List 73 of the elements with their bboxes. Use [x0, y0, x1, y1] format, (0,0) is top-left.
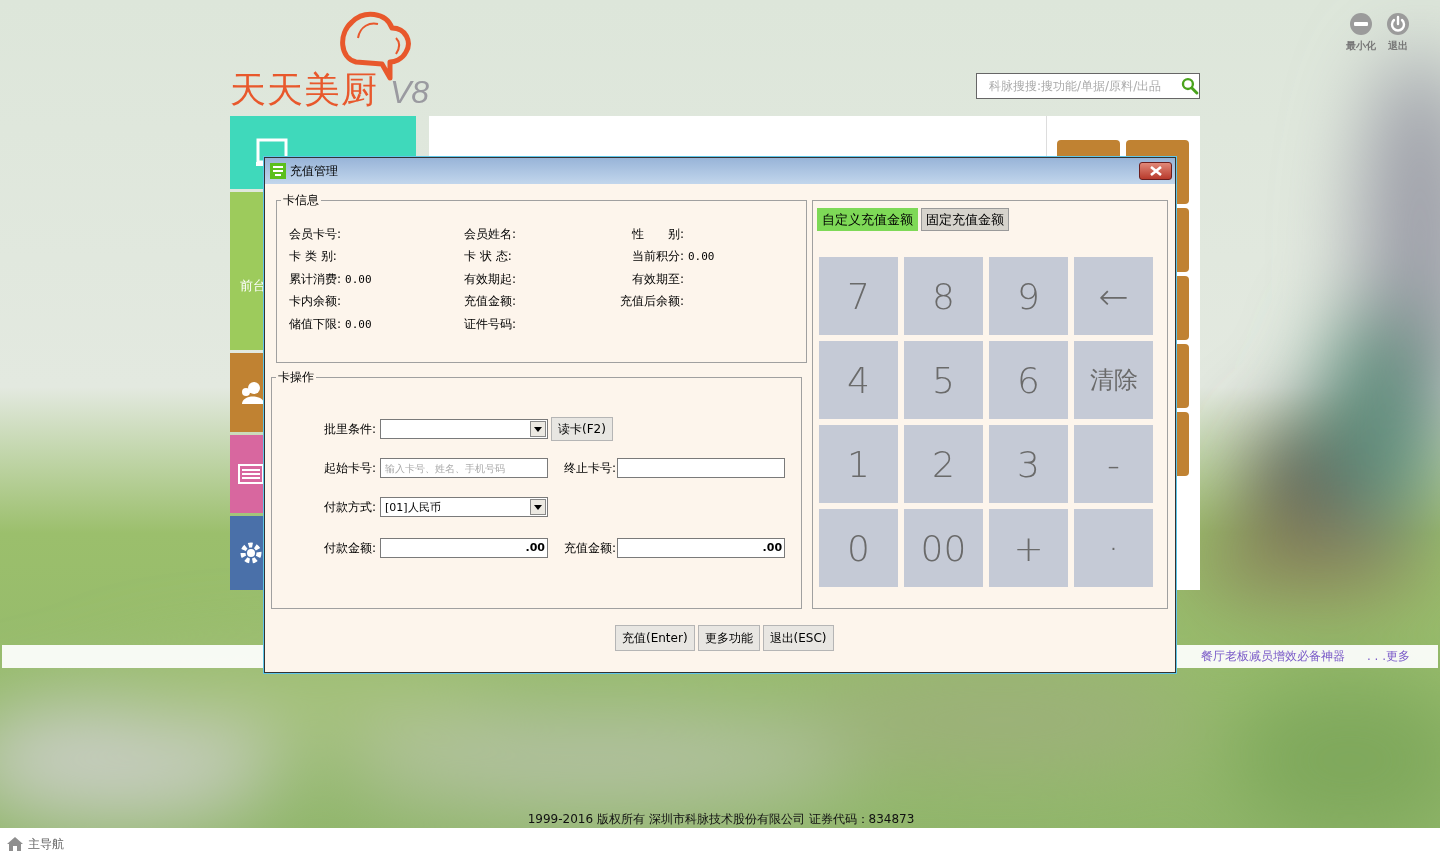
tile-label: 前台: [240, 277, 266, 295]
field-value: 0.00: [345, 317, 372, 331]
close-button[interactable]: [1139, 162, 1172, 180]
minus-icon: [1349, 12, 1373, 36]
field-label: 卡 状 态:: [464, 248, 512, 266]
dropdown[interactable]: [01]人民币: [380, 497, 548, 517]
keypad-key[interactable]: -: [1074, 425, 1153, 503]
keypad-key[interactable]: 00: [904, 509, 983, 587]
keypad-key[interactable]: 清除: [1074, 341, 1153, 419]
dropdown[interactable]: [380, 419, 548, 439]
keypad-key[interactable]: 6: [989, 341, 1068, 419]
keypad-key[interactable]: 4: [819, 341, 898, 419]
read-card-button[interactable]: 读卡(F2): [551, 417, 613, 441]
field-label: 付款金额:: [324, 539, 378, 557]
field-value: 0.00: [688, 250, 715, 264]
dialog-button[interactable]: 充值(Enter): [615, 625, 695, 651]
amount-field[interactable]: .00: [617, 538, 786, 558]
field-label: 性 别:: [630, 225, 684, 243]
app-logo: 天天美厨: [230, 70, 378, 110]
power-icon: [1386, 12, 1410, 36]
keypad-key[interactable]: 8: [904, 257, 983, 335]
search-icon: [1181, 77, 1199, 95]
gear-icon: [238, 540, 264, 566]
keypad-key[interactable]: 0: [819, 509, 898, 587]
keypad-tab[interactable]: 自定义充值金额: [817, 208, 918, 231]
field-label: 充值金额:: [464, 293, 517, 311]
field-label: 当前积分:: [630, 248, 684, 266]
field-label: 有效期至:: [630, 270, 684, 288]
keypad-key[interactable]: 9: [989, 257, 1068, 335]
app-icon: [270, 163, 286, 179]
dialog-button[interactable]: 更多功能: [697, 625, 760, 651]
field-label: 起始卡号:: [324, 459, 378, 477]
field-label: 累计消费:: [289, 270, 342, 288]
field-label: 证件号码:: [464, 315, 517, 333]
keypad-key[interactable]: ·: [1074, 509, 1153, 587]
field-label: 批里条件:: [324, 420, 378, 438]
keypad-key[interactable]: ←: [1074, 257, 1153, 335]
field-label: 充值后余额:: [618, 293, 684, 311]
group-title: 卡操作: [277, 369, 315, 386]
search-field[interactable]: 科脉搜搜:搜功能/单据/原料/出品: [976, 73, 1200, 99]
news-link[interactable]: 餐厅老板减员增效必备神器: [1200, 648, 1345, 665]
field-label: 会员姓名:: [464, 225, 517, 243]
field-label: 卡 类 别:: [289, 248, 337, 266]
field-label: 终止卡号:: [564, 459, 617, 477]
keypad-key[interactable]: 3: [989, 425, 1068, 503]
input-field[interactable]: 输入卡号、姓名、手机号码: [380, 458, 548, 478]
input-field[interactable]: [617, 458, 786, 478]
keypad-key[interactable]: 7: [819, 257, 898, 335]
field-value: 0.00: [345, 272, 372, 286]
keypad-key[interactable]: 5: [904, 341, 983, 419]
keypad-tab[interactable]: 固定充值金额: [921, 208, 1009, 231]
minimize-button[interactable]: 最小化: [1346, 12, 1376, 53]
field-label: 充值金额:: [564, 539, 617, 557]
home-icon: [6, 836, 24, 852]
dialog-button[interactable]: 退出(ESC): [762, 625, 834, 651]
dialog-title: 充值管理: [290, 162, 338, 180]
keypad-key[interactable]: 2: [904, 425, 983, 503]
more-link[interactable]: . . .更多: [1366, 648, 1410, 665]
amount-field[interactable]: .00: [380, 538, 548, 558]
home-nav-button[interactable]: 主导航: [6, 835, 64, 853]
version-label: V8: [390, 74, 430, 110]
field-label: 卡内余额:: [289, 293, 342, 311]
exit-button[interactable]: 退出: [1386, 12, 1410, 53]
field-label: 储值下限:: [289, 315, 342, 333]
copyright-text: 1999-2016 版权所有 深圳市科脉技术股份有限公司 证券代码：834873: [526, 811, 916, 828]
field-label: 付款方式:: [324, 498, 378, 516]
keypad-key[interactable]: +: [989, 509, 1068, 587]
field-label: 有效期起:: [464, 270, 517, 288]
close-icon: [1149, 166, 1162, 176]
field-label: 会员卡号:: [289, 225, 342, 243]
group-title: 卡信息: [282, 192, 320, 209]
keyboard-icon: [238, 461, 264, 487]
keypad-key[interactable]: 1: [819, 425, 898, 503]
